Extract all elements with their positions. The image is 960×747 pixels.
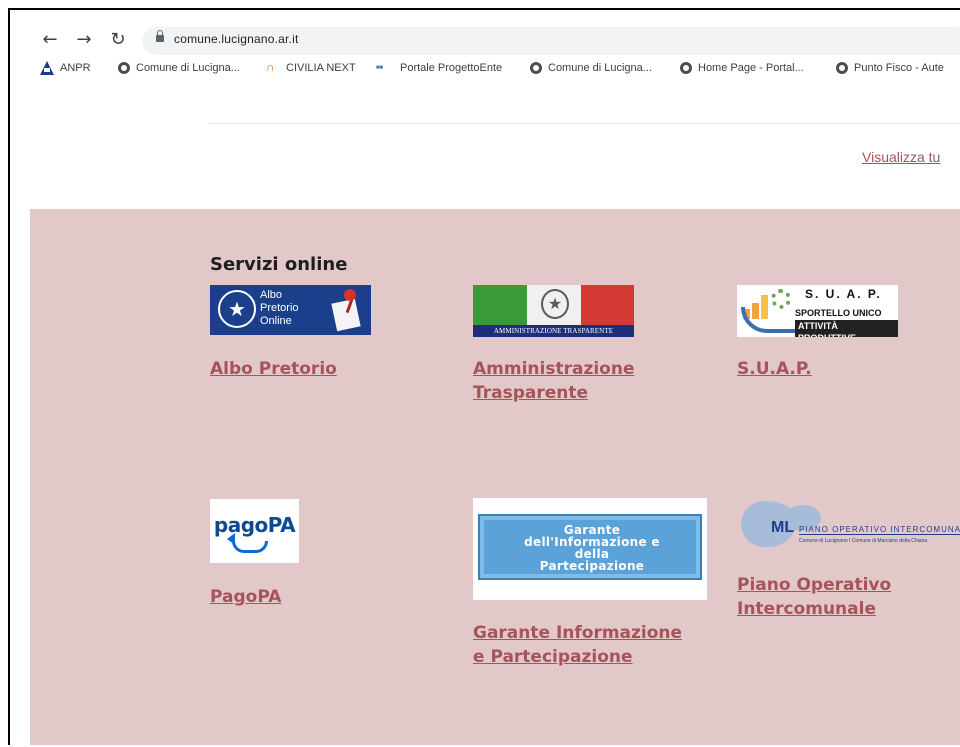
bookmark-label: Punto Fisco - Aute [854, 62, 944, 74]
bookmark-label: Comune di Lucigna... [136, 62, 240, 74]
back-arrow-icon[interactable]: ← [40, 30, 60, 50]
bookmark-label: ANPR [60, 62, 91, 74]
progettoente-icon [376, 62, 394, 74]
globe-icon [118, 62, 130, 75]
curved-arrow-icon [227, 533, 268, 553]
link-line: Intercomunale [737, 599, 876, 619]
pagopa-link[interactable]: PagoPA [210, 585, 281, 609]
suap-logo-sub: SPORTELLO UNICO ATTIVITÀ PRODUTTIVE [795, 307, 898, 337]
address-bar[interactable]: comune.lucignano.ar.it [142, 27, 960, 55]
pagopa-logo[interactable]: pagoPA [210, 499, 299, 563]
suap-logo[interactable]: S. U. A. P. SPORTELLO UNICO ATTIVITÀ PRO… [737, 285, 898, 337]
bookmark-home-page[interactable]: Home Page - Portal... [680, 58, 804, 78]
content-divider [208, 123, 960, 124]
suap-link[interactable]: S.U.A.P. [737, 357, 812, 381]
piano-logo-title: PIANO OPERATIVO INTERCOMUNALE [799, 525, 960, 535]
link-line: Piano Operativo [737, 575, 892, 595]
bookmark-anpr[interactable]: ANPR [40, 58, 91, 78]
browser-window: ← → ↻ comune.lucignano.ar.it ANPR Comune… [8, 8, 960, 745]
civilia-icon [266, 61, 280, 74]
link-line: e Partecipazione [473, 647, 633, 667]
bookmark-progettoente[interactable]: Portale ProgettoEnte [376, 58, 502, 78]
albo-logo-line: Pretorio [260, 302, 299, 314]
bookmark-civilia[interactable]: CIVILIA NEXT [266, 58, 356, 78]
pushpin-icon [328, 287, 366, 332]
bookmarks-bar: ANPR Comune di Lucigna... CIVILIA NEXT P… [40, 58, 960, 78]
bookmark-label: Portale ProgettoEnte [400, 62, 503, 74]
online-services-section: Servizi online Albo Pretorio Online Albo… [30, 209, 960, 745]
albo-pretorio-link[interactable]: Albo Pretorio [210, 357, 337, 381]
albo-logo-line: Albo [260, 289, 283, 301]
piano-operativo-link[interactable]: Piano Operativo Intercomunale [737, 573, 891, 621]
republic-emblem-icon [541, 289, 569, 319]
piano-operativo-logo[interactable]: ML PIANO OPERATIVO INTERCOMUNALE Comune … [737, 499, 960, 553]
lock-icon [156, 30, 164, 42]
garante-logo-line: Partecipazione [539, 559, 645, 573]
amm-logo-text: AMMINISTRAZIONE TRASPARENTE [473, 325, 634, 337]
pagopa-logo-text: pagoPA [213, 513, 296, 537]
link-line: Amministrazione [473, 359, 635, 379]
bookmark-label: Comune di Lucigna... [548, 62, 652, 74]
suap-logo-line: ATTIVITÀ PRODUTTIVE [795, 320, 898, 337]
link-line: Trasparente [473, 383, 589, 403]
link-line: Garante Informazione [473, 623, 683, 643]
piano-logo-sub: Comune di Lucignano I Comune di Marciano… [799, 538, 928, 544]
view-all-link[interactable]: Visualizza tu [862, 149, 940, 165]
italian-flag-icon [473, 285, 634, 325]
garante-logo-text: Garante dell'Informazione e della Partec… [480, 524, 704, 572]
bookmark-punto-fisco[interactable]: Punto Fisco - Aute [836, 58, 944, 78]
section-title: Servizi online [210, 254, 348, 275]
bookmark-comune-2[interactable]: Comune di Lucigna... [530, 58, 652, 78]
globe-icon [680, 62, 692, 75]
albo-pretorio-logo[interactable]: Albo Pretorio Online [210, 285, 371, 335]
garante-logo[interactable]: Garante dell'Informazione e della Partec… [473, 498, 707, 600]
republic-emblem-icon [218, 290, 256, 328]
browser-chrome: ← → ↻ comune.lucignano.ar.it ANPR Comune… [10, 10, 960, 84]
suap-logo-title: S. U. A. P. [805, 287, 882, 301]
garante-link[interactable]: Garante Informazione e Partecipazione [473, 621, 682, 669]
reload-icon[interactable]: ↻ [108, 30, 128, 50]
address-url: comune.lucignano.ar.it [174, 32, 299, 46]
amministrazione-trasparente-logo[interactable]: AMMINISTRAZIONE TRASPARENTE [473, 285, 634, 337]
suap-logo-line: SPORTELLO UNICO [795, 308, 882, 318]
bookmark-comune-1[interactable]: Comune di Lucigna... [118, 58, 240, 78]
forward-arrow-icon[interactable]: → [74, 30, 94, 50]
albo-logo-text: Albo Pretorio Online [260, 289, 299, 328]
gear-icon [771, 289, 791, 309]
albo-logo-line: Online [260, 315, 292, 327]
piano-logo-mark: ML [771, 519, 795, 536]
globe-icon [836, 62, 848, 75]
garante-logo-box: Garante dell'Informazione e della Partec… [478, 514, 702, 580]
bookmark-label: CIVILIA NEXT [286, 62, 356, 74]
anpr-icon [40, 61, 54, 76]
amministrazione-trasparente-link[interactable]: Amministrazione Trasparente [473, 357, 634, 405]
bookmark-label: Home Page - Portal... [698, 62, 804, 74]
globe-icon [530, 62, 542, 75]
